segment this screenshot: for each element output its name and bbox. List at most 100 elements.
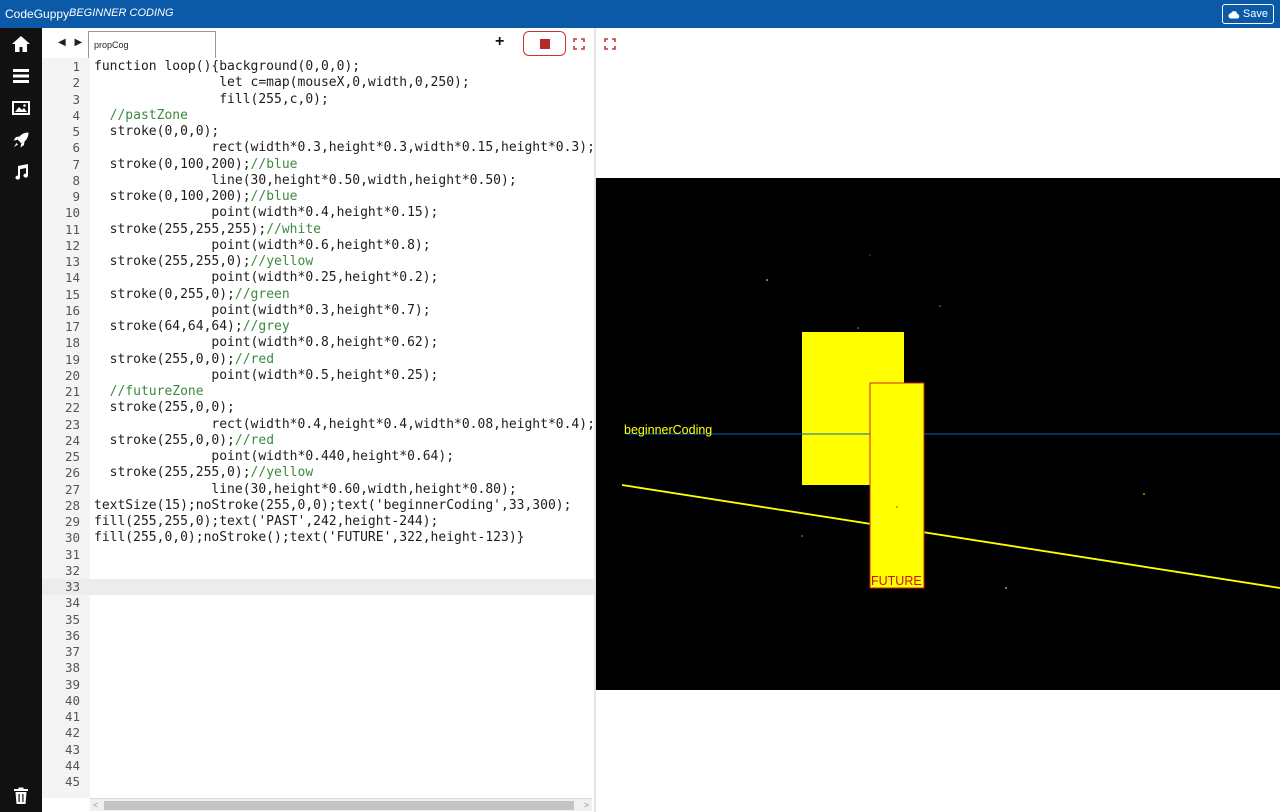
code-line[interactable]: 36 xyxy=(42,628,594,644)
line-number: 35 xyxy=(64,611,80,627)
code-text: stroke(255,255,0);//yellow xyxy=(94,254,314,269)
point-white xyxy=(766,279,768,281)
add-tab-button[interactable]: + xyxy=(495,33,504,51)
code-line[interactable]: 20 point(width*0.5,height*0.25); xyxy=(42,368,594,384)
code-text: stroke(0,0,0); xyxy=(94,124,220,139)
stop-button[interactable] xyxy=(523,31,566,56)
code-line[interactable]: 12 point(width*0.6,height*0.8); xyxy=(42,238,594,254)
save-button[interactable]: Save xyxy=(1221,4,1274,24)
code-text: function loop(){background(0,0,0); xyxy=(94,59,361,74)
code-line[interactable]: 1 function loop(){background(0,0,0); xyxy=(42,59,594,75)
code-text: fill(255,0,0);noStroke();text('FUTURE',3… xyxy=(94,530,525,546)
code-line[interactable]: 13 stroke(255,255,0);//yellow xyxy=(42,254,594,270)
code-line[interactable]: 3 fill(255,c,0); xyxy=(42,92,594,108)
code-editor[interactable]: 1 function loop(){background(0,0,0); 2 let… xyxy=(42,58,594,798)
code-line[interactable]: 42 xyxy=(42,725,594,741)
code-text: fill(255,255,0);text('PAST',242,height-2… xyxy=(94,514,439,529)
rocket-icon[interactable] xyxy=(11,130,31,150)
yellow-line xyxy=(621,484,1280,589)
code-line[interactable]: 27 line(30,height*0.60,width,height*0.80… xyxy=(42,482,594,498)
tab-scroll-arrows[interactable]: ◀ ▶ xyxy=(58,37,85,48)
tab-propcog[interactable]: propCog xyxy=(88,31,216,59)
code-line[interactable]: 23 rect(width*0.4,height*0.4,width*0.08,… xyxy=(42,417,594,433)
code-line[interactable]: 28 textSize(15);noStroke(255,0,0);text('b… xyxy=(42,498,594,514)
code-line[interactable]: 8 line(30,height*0.50,width,height*0.50)… xyxy=(42,173,594,189)
line-number: 31 xyxy=(64,546,80,562)
point-grey xyxy=(939,305,941,307)
trash-icon[interactable] xyxy=(11,786,31,806)
code-line[interactable]: 22 stroke(255,0,0); xyxy=(42,400,594,416)
code-line[interactable]: 14 point(width*0.25,height*0.2); xyxy=(42,270,594,286)
line-number: 28 xyxy=(64,497,80,513)
line-number: 29 xyxy=(64,514,80,529)
editor-tab-bar: ◀ ▶ propCog + xyxy=(42,28,594,59)
code-line[interactable]: 33 xyxy=(42,579,594,596)
code-comment: //red xyxy=(234,351,275,367)
code-text: rect(width*0.3,height*0.3,width*0.15,hei… xyxy=(94,140,594,156)
code-line[interactable]: 17 stroke(64,64,64);//grey xyxy=(42,319,594,335)
code-line[interactable]: 38 xyxy=(42,660,594,676)
code-line[interactable]: 41 xyxy=(42,709,594,725)
code-line[interactable]: 43 xyxy=(42,742,594,758)
line-number: 43 xyxy=(64,741,80,757)
code-line[interactable]: 35 xyxy=(42,612,594,628)
fullscreen-canvas-icon[interactable] xyxy=(604,38,616,50)
code-line[interactable]: 9 stroke(0,100,200);//blue xyxy=(42,189,594,205)
app-brand[interactable]: CodeGuppy xyxy=(5,7,69,21)
code-text: stroke(255,0,0);//red xyxy=(94,432,275,448)
code-line[interactable]: 31 xyxy=(42,547,594,563)
menu-icon[interactable] xyxy=(11,66,31,86)
line-number: 32 xyxy=(64,562,80,578)
code-comment: //grey xyxy=(242,319,290,334)
code-line[interactable]: 40 xyxy=(42,693,594,709)
home-icon[interactable] xyxy=(11,34,31,54)
code-line[interactable]: 16 point(width*0.3,height*0.7); xyxy=(42,303,594,319)
image-icon[interactable] xyxy=(11,98,31,118)
code-line[interactable]: 44 xyxy=(42,758,594,774)
code-text: point(width*0.4,height*0.15); xyxy=(94,205,439,221)
code-line[interactable]: 19 stroke(255,0,0);//red xyxy=(42,352,594,368)
code-line[interactable]: 10 point(width*0.4,height*0.15); xyxy=(42,205,594,221)
code-line[interactable]: 2 let c=map(mouseX,0,width,0,250); xyxy=(42,75,594,91)
code-line[interactable]: 21 //futureZone xyxy=(42,384,594,400)
code-line[interactable]: 30 fill(255,0,0);noStroke();text('FUTURE'… xyxy=(42,530,594,546)
app-subtitle: BEGINNER CODING xyxy=(69,7,174,19)
code-comment: //yellow xyxy=(250,465,314,481)
code-line[interactable]: 26 stroke(255,255,0);//yellow xyxy=(42,465,594,481)
output-canvas[interactable]: beginnerCoding FUTURE xyxy=(596,178,1280,690)
line-number: 17 xyxy=(64,319,80,334)
line-number: 24 xyxy=(64,432,80,448)
code-line[interactable]: 6 rect(width*0.3,height*0.3,width*0.15,h… xyxy=(42,140,594,156)
top-bar: CodeGuppy BEGINNER CODING Save xyxy=(0,0,1280,28)
code-line[interactable]: 11 stroke(255,255,255);//white xyxy=(42,222,594,238)
code-text: point(width*0.5,height*0.25); xyxy=(94,367,439,383)
code-comment: //yellow xyxy=(250,254,314,269)
future-zone-rect xyxy=(869,382,925,589)
code-line[interactable]: 39 xyxy=(42,677,594,693)
code-line[interactable]: 5 stroke(0,0,0); xyxy=(42,124,594,140)
code-line[interactable]: 29 fill(255,255,0);text('PAST',242,height… xyxy=(42,514,594,530)
music-icon[interactable] xyxy=(11,162,31,182)
line-number: 34 xyxy=(64,595,80,611)
code-line[interactable]: 32 xyxy=(42,563,594,579)
code-line[interactable]: 25 point(width*0.440,height*0.64); xyxy=(42,449,594,465)
code-line[interactable]: 7 stroke(0,100,200);//blue xyxy=(42,157,594,173)
scroll-left-arrow[interactable]: < xyxy=(93,800,98,810)
code-line[interactable]: 37 xyxy=(42,644,594,660)
scroll-right-arrow[interactable]: > xyxy=(584,800,589,810)
code-line[interactable]: 34 xyxy=(42,595,594,611)
editor-horizontal-scrollbar[interactable]: < > xyxy=(90,798,592,811)
code-line[interactable]: 15 stroke(0,255,0);//green xyxy=(42,287,594,303)
scrollbar-thumb[interactable] xyxy=(104,801,574,810)
code-text: //futureZone xyxy=(94,384,204,400)
line-number: 38 xyxy=(64,660,80,676)
code-line[interactable]: 24 stroke(255,0,0);//red xyxy=(42,433,594,449)
code-text: stroke(0,100,200);//blue xyxy=(94,189,298,204)
code-comment: //pastZone xyxy=(109,107,188,123)
cloud-icon xyxy=(1228,10,1240,18)
line-number: 13 xyxy=(64,254,80,269)
fullscreen-editor-icon[interactable] xyxy=(573,38,585,50)
code-line[interactable]: 4 //pastZone xyxy=(42,108,594,124)
code-line[interactable]: 18 point(width*0.8,height*0.62); xyxy=(42,335,594,351)
code-line[interactable]: 45 xyxy=(42,774,594,790)
